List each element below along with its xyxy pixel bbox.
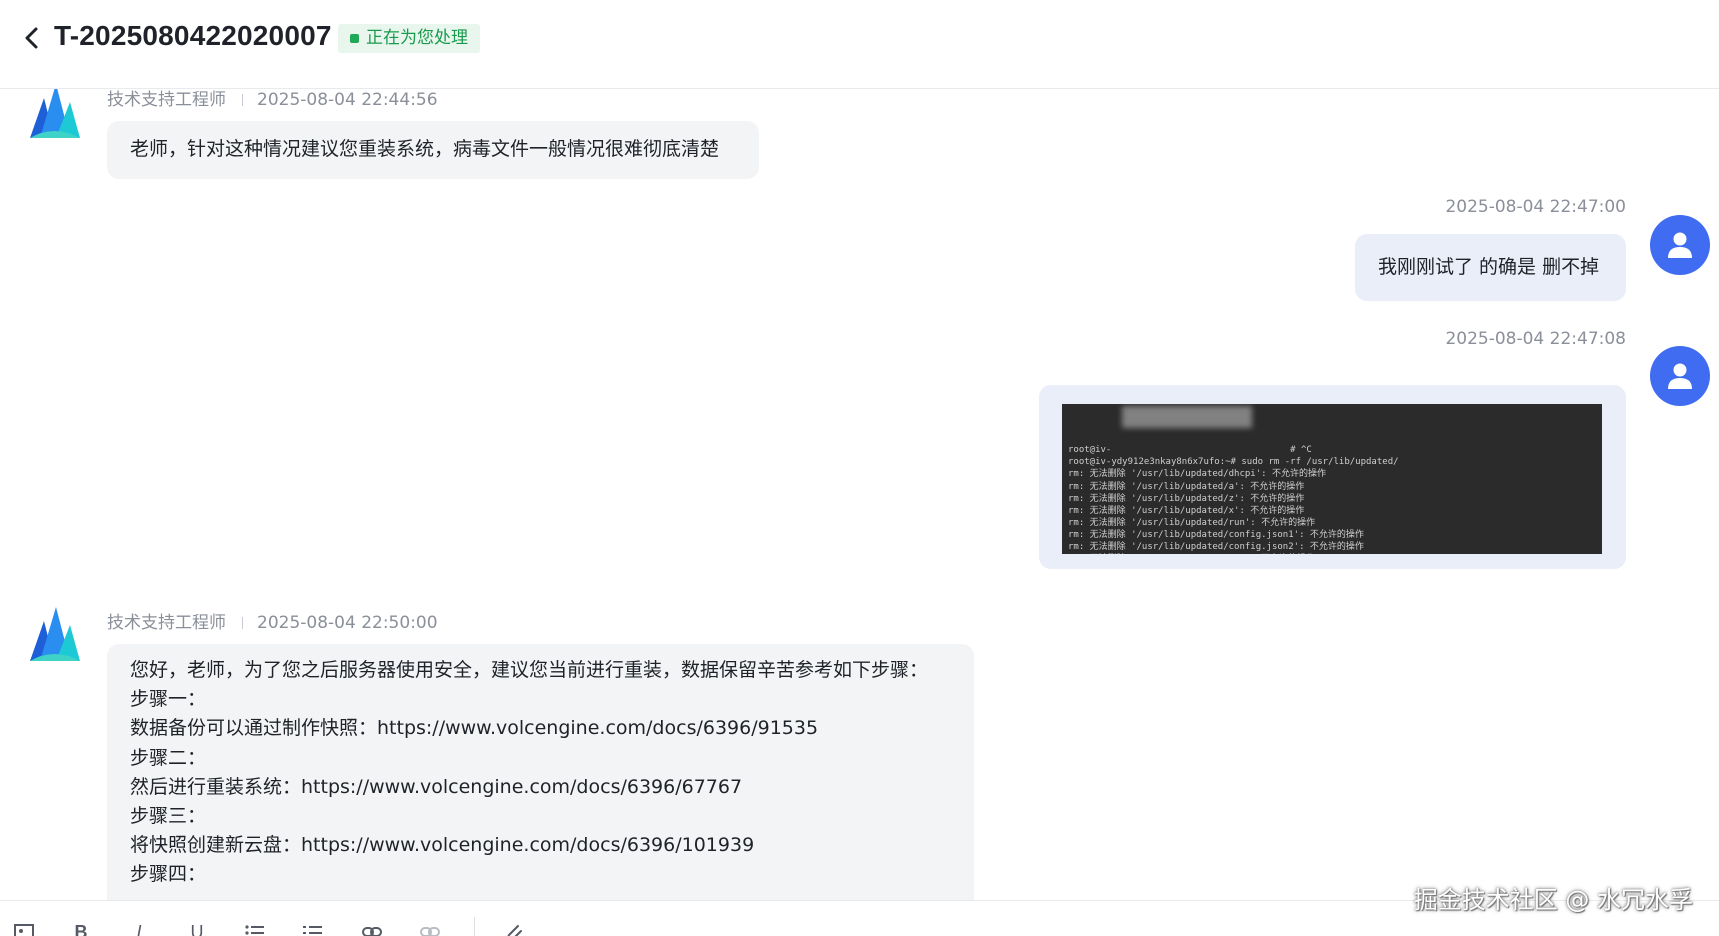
terminal-line: rm: 无法删除 '/usr/lib/updated/a': 不允许的操作	[1068, 481, 1305, 492]
terminal-line: rm: 无法删除 '/usr/lib/updated/config.json2'…	[1068, 542, 1364, 553]
message-meta: 技术支持工程师 2025-08-04 22:50:00	[107, 608, 438, 633]
ticket-header: T-2025080422020007 正在为您处理	[0, 0, 1719, 89]
unlink-icon[interactable]	[418, 923, 442, 936]
message-text: 我刚刚试了 的确是 删不掉	[1378, 256, 1600, 278]
message-bubble-user: 我刚刚试了 的确是 删不掉	[1355, 234, 1626, 301]
user-avatar-icon	[1650, 346, 1710, 406]
message-bubble-support: 您好，老师，为了您之后服务器使用安全，建议您当前进行重装，数据保留辛苦参考如下步…	[107, 644, 974, 900]
ticket-id: T-2025080422020007	[54, 20, 332, 51]
status-text: 正在为您处理	[366, 28, 468, 48]
watermark: 掘金技术社区 @ 水冗水孚	[1413, 886, 1693, 914]
terminal-line: rm: 无法删除 '/usr/lib/updated/dhcpi': 不允许的操…	[1068, 469, 1326, 480]
terminal-line: rm: 无法删除 '/usr/lib/updated/h64': 不允许的操作	[1068, 553, 1596, 554]
redacted-blur	[1122, 406, 1252, 428]
terminal-line: rm: 无法删除 '/usr/lib/updated/config.json1'…	[1068, 529, 1364, 540]
terminal-line: rm: 无法删除 '/usr/lib/updated/x': 不允许的操作	[1068, 505, 1305, 516]
sender-name: 技术支持工程师	[107, 90, 226, 110]
message-line: 步骤一：	[130, 688, 207, 711]
image-icon[interactable]	[12, 923, 36, 936]
terminal-line: rm: 无法删除 '/usr/lib/updated/run': 不允许的操作	[1068, 517, 1316, 528]
link-icon[interactable]	[360, 923, 384, 936]
terminal-line: root@iv-ydy912e3nkay8n6x7ufo:~# sudo rm …	[1068, 457, 1399, 468]
message-time: 2025-08-04 22:50:00	[257, 613, 438, 633]
user-avatar-icon	[1650, 215, 1710, 275]
message-time: 2025-08-04 22:47:08	[1445, 329, 1626, 349]
back-arrow-icon[interactable]	[20, 23, 44, 53]
message-line: 步骤二：	[130, 746, 207, 769]
underline-icon[interactable]: U	[185, 923, 209, 936]
terminal-screenshot-image[interactable]: root@iv- # ^C root@iv-ydy912e3nkay8n6x7uf…	[1062, 404, 1602, 554]
message-line[interactable]: 数据备份可以通过制作快照：https://www.volcengine.com/…	[130, 714, 951, 743]
support-avatar-icon	[26, 603, 82, 665]
attachment-icon[interactable]	[502, 923, 526, 936]
meta-divider	[242, 94, 243, 106]
message-meta: 技术支持工程师 2025-08-04 22:44:56	[107, 89, 438, 110]
message-line[interactable]: 将快照创建新云盘：https://www.volcengine.com/docs…	[130, 831, 951, 860]
italic-icon[interactable]: I	[127, 923, 151, 936]
status-dot-icon	[350, 34, 359, 43]
message-text: 老师，针对这种情况建议您重装系统，病毒文件一般情况很难彻底清楚	[130, 138, 720, 160]
meta-divider	[242, 617, 243, 629]
terminal-line: root@iv- # ^C	[1068, 445, 1312, 456]
bold-icon[interactable]: B	[69, 923, 93, 936]
message-line: 步骤三：	[130, 805, 207, 828]
bulleted-list-icon[interactable]	[243, 923, 267, 936]
numbered-list-icon[interactable]	[301, 923, 325, 936]
message-time: 2025-08-04 22:44:56	[257, 90, 438, 110]
chat-area[interactable]: 技术支持工程师 2025-08-04 22:44:56 老师，针对这种情况建议您重…	[0, 89, 1719, 900]
terminal-line: rm: 无法删除 '/usr/lib/updated/z': 不允许的操作	[1068, 493, 1305, 504]
support-avatar-icon	[26, 89, 82, 142]
sender-name: 技术支持工程师	[107, 613, 226, 633]
message-line: 步骤四：	[130, 863, 207, 886]
message-line: 您好，老师，为了您之后服务器使用安全，建议您当前进行重装，数据保留辛苦参考如下步…	[130, 659, 929, 681]
status-badge: 正在为您处理	[338, 24, 480, 53]
message-time: 2025-08-04 22:47:00	[1445, 197, 1626, 217]
message-bubble-support: 老师，针对这种情况建议您重装系统，病毒文件一般情况很难彻底清楚	[107, 121, 759, 179]
message-line[interactable]: 然后进行重装系统：https://www.volcengine.com/docs…	[130, 773, 951, 802]
toolbar-divider	[474, 917, 475, 936]
